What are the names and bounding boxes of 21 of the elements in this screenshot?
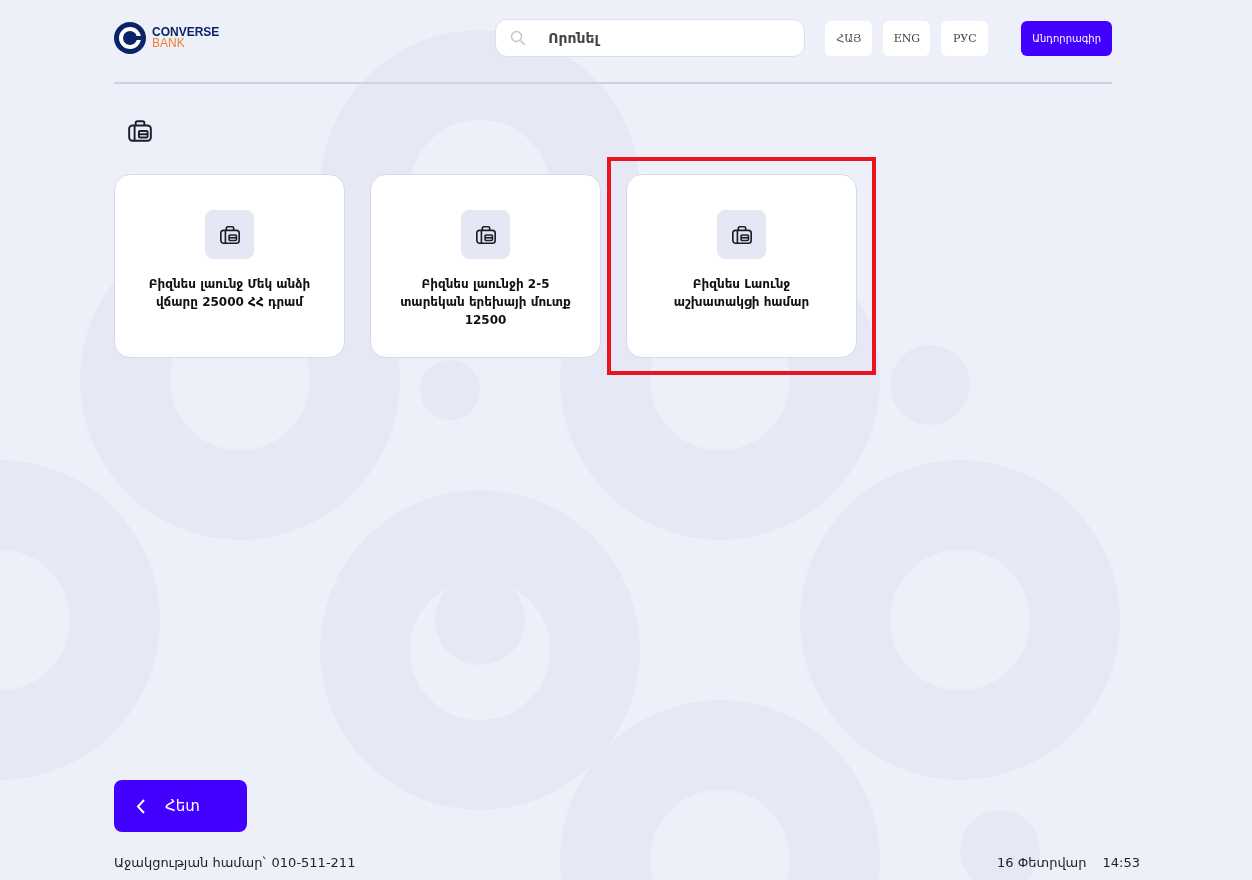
time: 14:53 xyxy=(1102,854,1140,870)
briefcase-icon xyxy=(730,223,753,246)
logo-icon xyxy=(114,22,146,54)
briefcase-icon xyxy=(127,118,153,144)
chevron-left-icon xyxy=(136,798,145,814)
language-button[interactable]: ՀԱՅ xyxy=(825,20,873,56)
logo-name: CONVERSE xyxy=(152,27,220,38)
date: 16 Փետրվար xyxy=(997,854,1087,870)
support-phone: 010-511-211 xyxy=(271,854,356,870)
briefcase-icon xyxy=(218,223,241,246)
back-button[interactable]: Հետ xyxy=(114,780,247,832)
service-card[interactable]: Բիզնես լաունջի 2-5 տարեկան երեխայի մուտք 12500 xyxy=(370,174,601,358)
briefcase-icon xyxy=(474,223,497,246)
service-card[interactable]: Բիզնես լաունջ Մեկ անձի վճարը 25000 ՀՀ դրամ xyxy=(114,174,345,358)
service-card[interactable]: Բիզնես Լաունջ աշխատակցի համար xyxy=(626,174,857,358)
language-button[interactable]: РУС xyxy=(941,20,989,56)
language-button[interactable]: ENG xyxy=(883,20,931,56)
support-label: Աջակցության համար՝ xyxy=(114,854,266,870)
search-field[interactable]: Որոնել xyxy=(495,19,806,57)
logo-subname: BANK xyxy=(152,38,186,49)
receipt-button[interactable]: Անդորրագիր xyxy=(1021,20,1112,56)
